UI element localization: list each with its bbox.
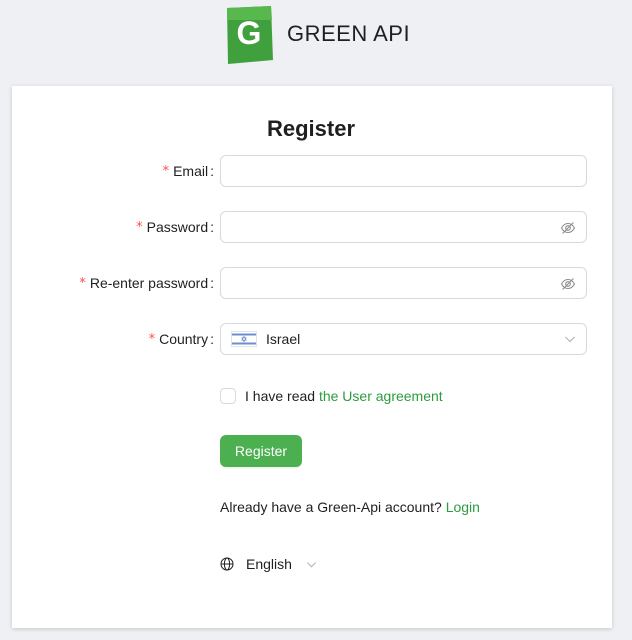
- country-select[interactable]: Israel: [220, 323, 587, 355]
- country-selected: Israel: [231, 324, 300, 354]
- eye-invisible-icon[interactable]: [560, 220, 576, 236]
- chevron-down-icon: [306, 561, 316, 568]
- login-prompt: Already have a Green-Api account? Login: [220, 499, 480, 515]
- reenter-password-label: * Re-enter password:: [79, 275, 214, 291]
- brand-name: GREEN API: [287, 21, 411, 46]
- country-row: * Country: Israel: [12, 323, 612, 355]
- password-input[interactable]: [221, 212, 586, 242]
- required-mark: *: [162, 163, 170, 179]
- israel-flag-icon: [231, 331, 257, 347]
- password-field[interactable]: [220, 211, 587, 243]
- password-label: * Password:: [136, 219, 214, 235]
- reenter-password-input[interactable]: [221, 268, 586, 298]
- agreement-text: I have read: [245, 388, 316, 404]
- chevron-down-icon: [565, 336, 575, 343]
- email-row: * Email:: [12, 155, 612, 187]
- user-agreement-link[interactable]: the User agreement: [319, 388, 443, 404]
- eye-invisible-icon[interactable]: [560, 276, 576, 292]
- password-row: * Password:: [12, 211, 612, 243]
- language-select[interactable]: English: [220, 554, 317, 574]
- required-mark: *: [79, 275, 86, 291]
- user-agreement-checkbox[interactable]: [220, 388, 236, 404]
- email-label: * Email:: [162, 163, 214, 179]
- svg-text:G: G: [237, 15, 262, 51]
- globe-icon: [220, 557, 234, 571]
- login-link[interactable]: Login: [446, 499, 480, 515]
- register-card: Register * Email: * Password: * Re-enter…: [12, 86, 612, 628]
- register-button[interactable]: Register: [220, 435, 302, 467]
- required-mark: *: [136, 219, 143, 235]
- required-mark: *: [148, 331, 156, 347]
- page-title: Register: [267, 116, 356, 141]
- email-field[interactable]: [220, 155, 587, 187]
- email-input[interactable]: [221, 156, 586, 186]
- country-label: * Country:: [148, 331, 214, 347]
- reenter-password-field[interactable]: [220, 267, 587, 299]
- language-value: English: [246, 556, 292, 572]
- green-api-logo: G: [225, 6, 273, 64]
- reenter-password-row: * Re-enter password:: [12, 267, 612, 299]
- brand-header: G GREEN API: [225, 5, 411, 64]
- user-agreement-row: I have read the User agreement: [220, 386, 443, 406]
